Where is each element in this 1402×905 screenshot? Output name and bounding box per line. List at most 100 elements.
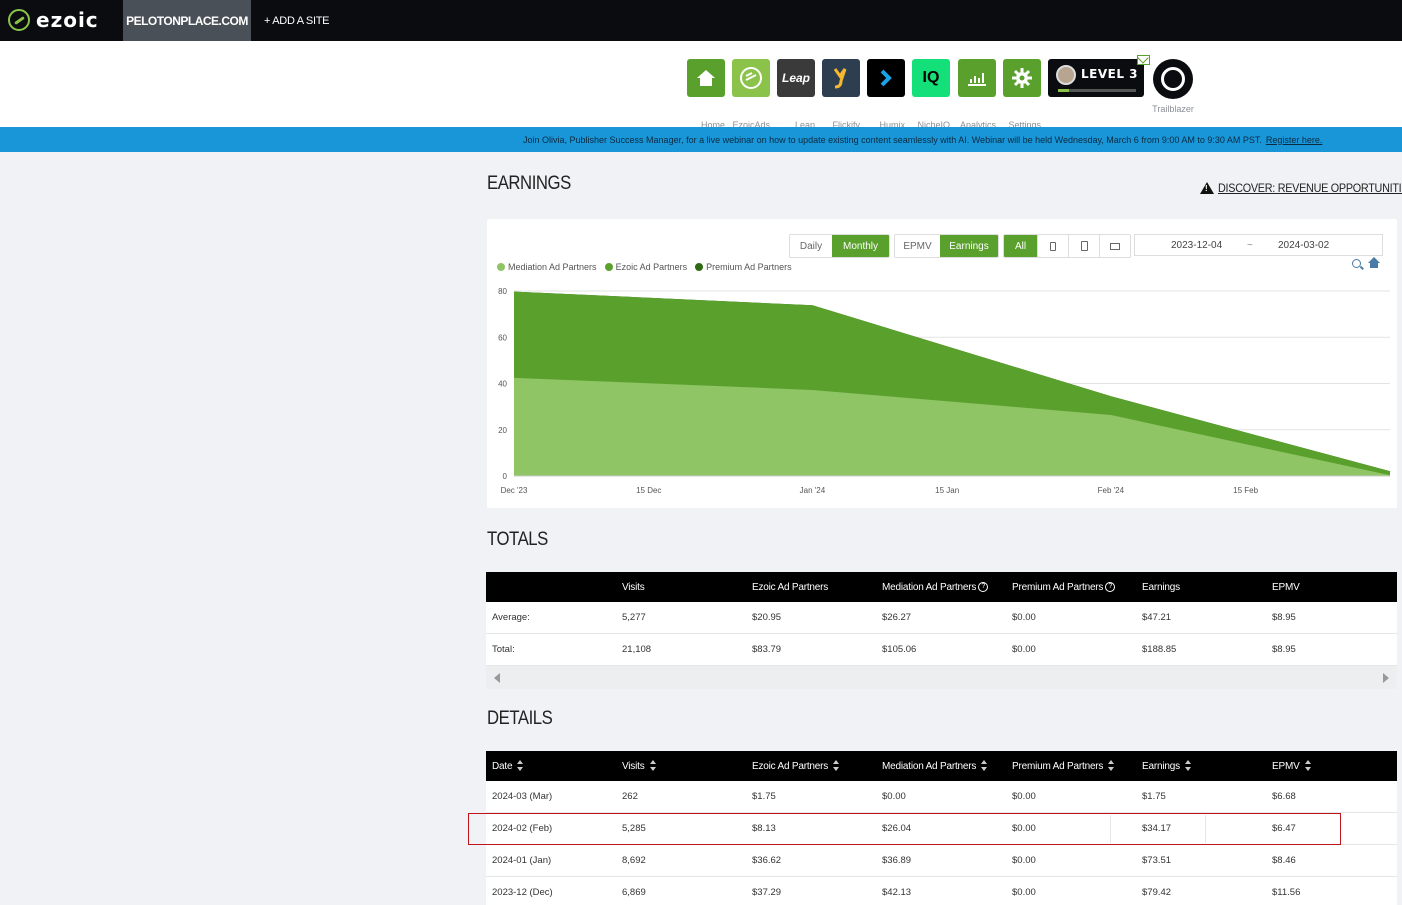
table-row: 2023-12 (Dec) 6,869 $37.29 $42.13 $0.00 $79.4… (486, 877, 1397, 905)
table-row: 2024-01 (Jan) 8,692 $36.62 $36.89 $0.00 $73.5… (486, 845, 1397, 877)
highlight-divider (1205, 815, 1206, 843)
desktop-button[interactable] (1099, 235, 1130, 257)
legend-item[interactable]: Mediation Ad Partners (497, 262, 597, 272)
sort-icon[interactable] (1108, 760, 1115, 772)
logo-text: ezoic (36, 8, 99, 32)
table-cell: 2024-01 (Jan) (492, 855, 552, 866)
epmv-button[interactable]: EPMV (895, 235, 940, 257)
column-header[interactable]: Earnings (1142, 751, 1191, 781)
app-humix[interactable]: Humix (867, 59, 905, 133)
mobile-button[interactable] (1037, 235, 1068, 257)
x-tick-label: 15 Feb (1233, 486, 1258, 495)
column-header[interactable]: Visits (622, 751, 656, 781)
daily-button[interactable]: Daily (790, 235, 832, 257)
monthly-button[interactable]: Monthly (832, 235, 889, 257)
sort-icon[interactable] (833, 760, 840, 772)
app-flickify[interactable]: Flickify (822, 59, 860, 133)
table-cell: $34.17 (1142, 823, 1172, 834)
table-cell: $36.62 (752, 855, 782, 866)
legend-swatch (695, 263, 704, 271)
table-cell: $42.13 (882, 887, 912, 898)
app-leap[interactable]: Leap Leap (777, 59, 815, 133)
column-header[interactable]: Mediation Ad Partners (882, 751, 988, 781)
table-cell: $37.29 (752, 887, 782, 898)
column-header[interactable]: Ezoic Ad Partners (752, 751, 840, 781)
legend-item[interactable]: Premium Ad Partners (695, 262, 792, 272)
table-cell: $6.68 (1272, 791, 1296, 802)
column-header: EPMV (1272, 572, 1300, 602)
reset-zoom-home-icon[interactable] (1368, 257, 1380, 269)
totals-header-row: Visits Ezoic Ad Partners Mediation Ad Part… (486, 572, 1397, 602)
table-cell: $0.00 (1012, 855, 1036, 866)
table-cell: 2023-12 (Dec) (492, 887, 553, 898)
sort-icon[interactable] (517, 760, 524, 772)
totals-title: TOTALS (487, 529, 548, 550)
date-start: 2023-12-04 (1171, 239, 1223, 251)
add-site-link[interactable]: + ADD A SITE (264, 0, 329, 41)
table-cell: $11.56 (1272, 887, 1301, 898)
table-cell: $0.00 (1012, 791, 1036, 802)
column-header[interactable]: Date (492, 751, 524, 781)
webinar-banner: Join Olivia, Publisher Success Manager, … (0, 127, 1402, 152)
table-cell: $188.85 (1142, 644, 1177, 655)
legend-label: Ezoic Ad Partners (615, 262, 688, 272)
table-cell: 2024-03 (Mar) (492, 791, 553, 802)
column-header-label: Ezoic Ad Partners (752, 760, 829, 772)
app-analytics[interactable]: Analytics (958, 59, 996, 133)
trailblazer-icon (1153, 59, 1193, 99)
table-cell: $105.06 (882, 644, 917, 655)
help-icon[interactable]: ? (1105, 582, 1116, 592)
nicheiq-icon: IQ (912, 59, 950, 97)
y-tick-label: 80 (498, 287, 507, 296)
register-link[interactable]: Register here. (1266, 135, 1323, 145)
device-toggle: All (1003, 234, 1131, 258)
table-cell: $26.04 (882, 823, 912, 834)
app-nicheiq[interactable]: IQ NicheIQ (912, 59, 950, 133)
table-row: 2024-02 (Feb) 5,285 $8.13 $26.04 $0.00 $34.17… (486, 813, 1397, 845)
x-tick-label: Dec '23 (501, 486, 528, 495)
discover-revenue-link[interactable]: DISCOVER: REVENUE OPPORTUNITIES (1) (1200, 181, 1402, 195)
legend-item[interactable]: Ezoic Ad Partners (604, 262, 688, 272)
table-cell: $0.00 (1012, 612, 1036, 623)
app-ezoicads[interactable]: EzoicAds (732, 59, 770, 133)
column-header[interactable]: EPMV (1272, 751, 1311, 781)
site-tab[interactable]: PELOTONPLACE.COM (123, 0, 251, 41)
highlight-divider (1110, 815, 1111, 843)
table-cell: $73.51 (1142, 855, 1172, 866)
app-settings[interactable]: Settings (1003, 59, 1041, 133)
scroll-right-icon[interactable] (1383, 673, 1389, 683)
all-devices-button[interactable]: All (1004, 235, 1037, 257)
table-cell: $0.00 (1012, 823, 1036, 834)
sort-icon[interactable] (1184, 760, 1191, 772)
tablet-button[interactable] (1068, 235, 1099, 257)
y-tick-label: 40 (498, 380, 507, 389)
table-cell: 262 (622, 791, 638, 802)
mail-icon[interactable] (1137, 55, 1150, 65)
table-cell: 8,692 (622, 855, 646, 866)
date-separator: ~ (1247, 239, 1253, 251)
table-cell: $26.27 (882, 612, 912, 623)
horizontal-scrollbar[interactable] (486, 666, 1397, 689)
column-header[interactable]: Premium Ad Partners (1012, 751, 1115, 781)
column-header-label: Earnings (1142, 581, 1180, 593)
avatar (1056, 65, 1076, 85)
column-header: Ezoic Ad Partners (752, 572, 828, 602)
app-home[interactable]: Home (687, 59, 725, 133)
trailblazer-app[interactable]: Trailblazer (1152, 59, 1194, 117)
ezoic-logo[interactable]: ezoic (8, 8, 99, 32)
sort-icon[interactable] (649, 760, 656, 772)
totals-table: Visits Ezoic Ad Partners Mediation Ad Part… (486, 572, 1397, 689)
level-text: LEVEL 3 (1081, 67, 1139, 81)
period-toggle: Daily Monthly (789, 234, 890, 258)
sort-icon[interactable] (1304, 760, 1311, 772)
scroll-left-icon[interactable] (494, 673, 500, 683)
help-icon[interactable]: ? (978, 582, 989, 592)
sort-icon[interactable] (981, 760, 988, 772)
table-cell: Total: (492, 644, 515, 655)
zoom-icon[interactable] (1352, 259, 1361, 268)
earnings-button[interactable]: Earnings (940, 235, 998, 257)
table-cell: $0.00 (1012, 644, 1036, 655)
date-range-picker[interactable]: 2023-12-04 ~ 2024-03-02 (1134, 234, 1383, 256)
level-badge[interactable]: LEVEL 3 (1048, 59, 1144, 97)
table-cell: $20.95 (752, 612, 782, 623)
